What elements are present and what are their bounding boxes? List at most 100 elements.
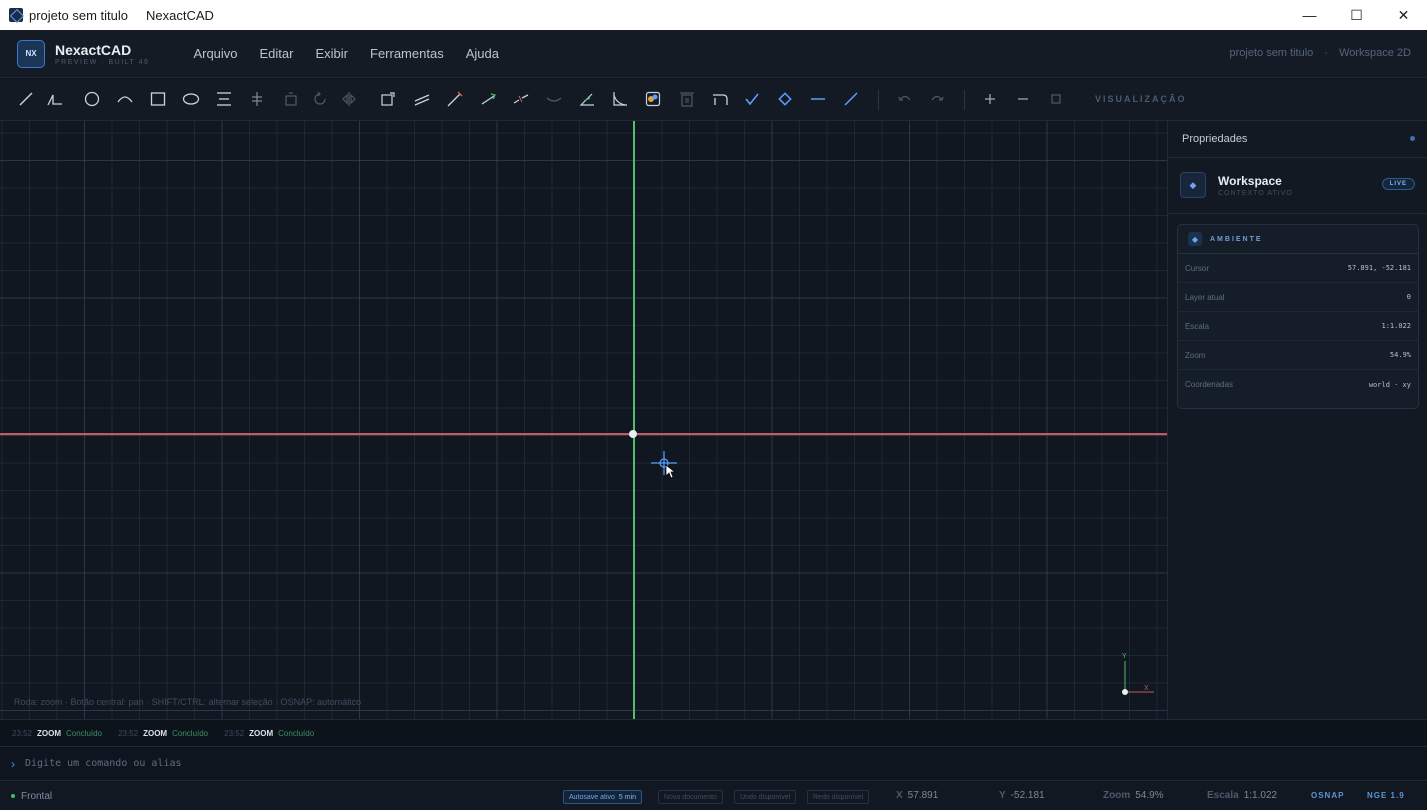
log-command: ZOOM [143,728,168,738]
env-row-scale: Escala 1:1.022 [1178,312,1418,341]
join-icon[interactable] [543,88,565,110]
header-separator: · [1324,47,1328,59]
arc-icon[interactable] [114,88,136,110]
polyline-icon[interactable] [44,88,66,110]
window-app-name: NexactCAD [146,7,214,23]
minus-icon[interactable] [1012,88,1034,110]
env-row-zoom: Zoom 54.9% [1178,341,1418,370]
delete-icon[interactable] [676,88,698,110]
menu-editar[interactable]: Editar [260,46,294,61]
ucs-icon: Y X [1116,653,1156,697]
trim-icon[interactable] [444,88,466,110]
move-icon[interactable] [246,88,268,110]
autosave-interval: 5 min [618,793,637,801]
toolbar-separator [878,90,879,110]
close-button[interactable]: ✕ [1380,0,1427,30]
extend-icon[interactable] [478,88,500,110]
autosave-label: Autosave ativo [569,793,615,801]
circle-icon[interactable] [81,88,103,110]
menu-bar: NX NexactCAD PREVIEW · BUILT 49 Arquivo … [0,30,1427,78]
env-key: Zoom [1185,350,1206,360]
status-scale: Escala 1:1.022 [1207,790,1277,801]
env-value: 54.9% [1389,351,1411,359]
drawing-canvas[interactable]: Roda: zoom · Botão central: pan · SHIFT/… [0,121,1167,719]
new-document-chip[interactable]: Novo documento [658,790,723,804]
env-value: world · xy [1368,380,1411,389]
log-time: 23:52 [12,728,33,738]
undo-icon[interactable] [894,88,916,110]
offset-icon[interactable] [411,88,433,110]
redo-chip[interactable]: Redo disponível [807,790,870,804]
rotate-icon[interactable] [309,88,331,110]
view-name[interactable]: Frontal [21,791,52,802]
status-dot-icon [11,794,15,798]
menu-ajuda[interactable]: Ajuda [466,46,499,61]
chevron-right-icon: › [11,756,15,771]
log-command: ZOOM [37,728,62,738]
env-row-coordinates: Coordenadas world · xy [1178,370,1418,399]
measure-icon[interactable] [840,88,862,110]
break-icon[interactable] [510,88,532,110]
autosave-chip[interactable]: Autosave ativo 5 min [563,790,643,804]
env-key: Coordenadas [1185,380,1234,389]
log-entry: 23:52 ZOOM Concluído [224,729,314,738]
status-scale-value: 1:1.022 [1243,790,1278,801]
brand-name: NexactCAD [55,41,132,58]
ellipse-icon[interactable] [180,88,202,110]
line-icon[interactable] [15,88,37,110]
minimize-button[interactable]: — [1286,0,1333,30]
ucs-y-label: Y [1122,653,1127,660]
maximize-button[interactable]: ☐ [1333,0,1380,30]
env-value: 0 [1406,293,1411,301]
undo-chip[interactable]: Undo disponível [734,790,797,804]
live-badge: LIVE [1381,178,1415,190]
menu-ferramentas[interactable]: Ferramentas [370,46,444,61]
copy-icon[interactable] [280,88,302,110]
pin-icon[interactable] [1410,136,1415,141]
view-section-label: VISUALIZAÇÃO [1095,94,1187,104]
rectangle-icon[interactable] [147,88,169,110]
env-key: Layer atual [1185,292,1225,302]
status-x: X 57.891 [896,790,938,801]
text-icon[interactable] [213,88,235,110]
osnap-toggle[interactable]: OSNAP [1311,791,1344,800]
mirror-icon[interactable] [338,88,360,110]
env-value: 57.891, -52.181 [1347,264,1411,272]
snap-point-icon[interactable] [774,88,796,110]
project-name: projeto sem titulo [1229,47,1314,59]
angle-icon[interactable] [576,88,598,110]
workspace-subtitle: CONTEXTO ATIVO [1218,190,1293,197]
menu-arquivo[interactable]: Arquivo [193,46,237,61]
drawing-toolbar: VISUALIZAÇÃO [0,79,1427,121]
scale-icon[interactable] [377,88,399,110]
hatch-icon[interactable] [642,88,664,110]
env-value: 1:1.022 [1381,322,1411,330]
check-icon[interactable] [741,88,763,110]
window-titlebar: projeto sem titulo NexactCAD — ☐ ✕ [0,0,1427,30]
square-icon[interactable] [1045,88,1067,110]
environment-icon: ◆ [1188,232,1202,246]
ucs-x-label: X [1144,685,1149,692]
environment-label: AMBIENTE [1210,235,1263,243]
redo-icon[interactable] [926,88,948,110]
command-input[interactable]: Digite um comando ou alias [25,758,182,769]
env-key: Cursor [1185,263,1210,273]
brand-logo: NX [17,39,45,68]
window-controls: — ☐ ✕ [1286,0,1427,30]
window-title: projeto sem titulo [29,7,128,23]
log-entry: 23:52 ZOOM Concluído [118,729,208,738]
horizontal-icon[interactable] [807,88,829,110]
plus-icon[interactable] [979,88,1001,110]
log-result: Concluído [278,728,315,738]
fillet-icon[interactable] [609,88,631,110]
origin-point [629,430,637,438]
env-row-layer: Layer atual 0 [1178,283,1418,312]
header-context: projeto sem titulo · Workspace 2D [1230,47,1412,59]
chamfer-icon[interactable] [709,88,731,110]
canvas-hint: Roda: zoom · Botão central: pan · SHIFT/… [14,697,362,707]
status-x-label: X [896,790,903,801]
properties-panel: Propriedades ◆ Workspace CONTEXTO ATIVO … [1167,121,1427,719]
log-result: Concluído [66,728,103,738]
menu-exibir[interactable]: Exibir [315,46,348,61]
command-line[interactable]: › Digite um comando ou alias [0,747,1427,781]
